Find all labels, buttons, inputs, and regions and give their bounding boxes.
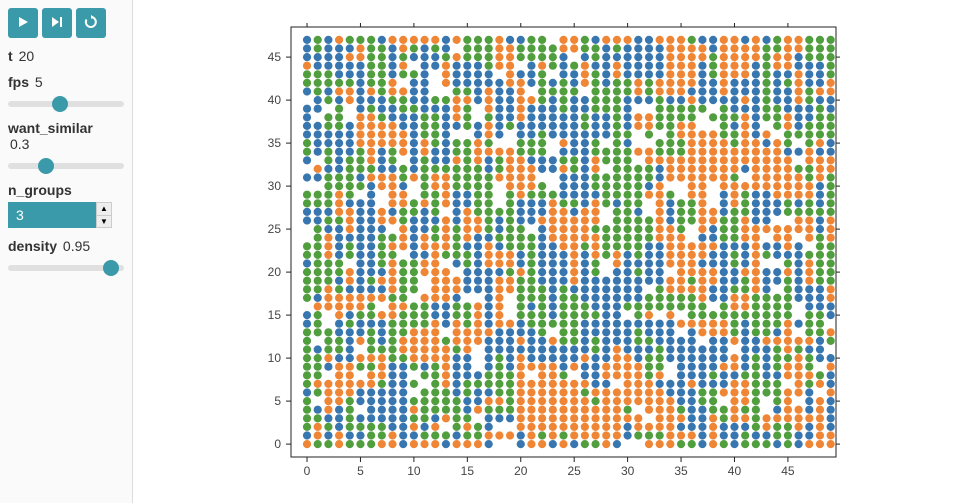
chart-area: 0 5 10 15 20 25 30 35 40 45 0 5 10 15 20 25 30 35 40 45 (133, 0, 978, 503)
step-button[interactable] (42, 8, 72, 38)
param-want-similar: want_similar 0.3 (8, 120, 124, 172)
density-label: density (8, 238, 57, 254)
svg-text:20: 20 (514, 464, 528, 478)
play-icon (17, 16, 29, 31)
svg-text:0: 0 (303, 464, 310, 478)
t-value: 20 (19, 48, 35, 64)
density-value: 0.95 (63, 238, 90, 254)
t-label: t (8, 48, 13, 64)
svg-text:5: 5 (274, 394, 281, 408)
chart-container: 0 5 10 15 20 25 30 35 40 45 0 5 10 15 20 25 30 35 40 45 (236, 12, 856, 492)
step-icon (51, 16, 63, 31)
n-groups-down[interactable]: ▼ (97, 215, 111, 227)
svg-text:40: 40 (727, 464, 741, 478)
playback-buttons (8, 8, 124, 38)
param-n-groups: n_groups ▲ ▼ (8, 182, 124, 228)
svg-text:10: 10 (267, 351, 281, 365)
play-button[interactable] (8, 8, 38, 38)
scatter-plot: 0 5 10 15 20 25 30 35 40 45 0 5 10 15 20 25 30 35 40 45 (236, 12, 856, 492)
svg-text:25: 25 (267, 222, 281, 236)
svg-text:30: 30 (267, 179, 281, 193)
density-slider[interactable] (8, 265, 124, 271)
fps-value: 5 (35, 74, 43, 90)
param-density: density 0.95 (8, 238, 124, 274)
svg-text:15: 15 (267, 308, 281, 322)
want-similar-slider[interactable] (8, 163, 124, 169)
reset-icon (84, 15, 98, 32)
control-sidebar: t 20 fps 5 want_similar 0.3 n_groups ▲ ▼ (0, 0, 133, 503)
svg-text:30: 30 (620, 464, 634, 478)
svg-text:35: 35 (267, 136, 281, 150)
svg-text:25: 25 (567, 464, 581, 478)
svg-text:35: 35 (674, 464, 688, 478)
n-groups-spinner: ▲ ▼ (96, 202, 112, 228)
n-groups-up[interactable]: ▲ (97, 203, 111, 215)
app-root: t 20 fps 5 want_similar 0.3 n_groups ▲ ▼ (0, 0, 978, 503)
svg-text:10: 10 (407, 464, 421, 478)
want-similar-value: 0.3 (10, 136, 29, 152)
svg-text:40: 40 (267, 93, 281, 107)
param-t: t 20 (8, 48, 124, 64)
want-similar-label: want_similar (8, 120, 93, 136)
svg-text:20: 20 (267, 265, 281, 279)
n-groups-label: n_groups (8, 182, 72, 198)
param-fps: fps 5 (8, 74, 124, 110)
fps-slider[interactable] (8, 101, 124, 107)
svg-text:15: 15 (460, 464, 474, 478)
fps-label: fps (8, 74, 29, 90)
reset-button[interactable] (76, 8, 106, 38)
svg-text:45: 45 (781, 464, 795, 478)
n-groups-input[interactable] (8, 202, 96, 228)
svg-text:45: 45 (267, 50, 281, 64)
svg-text:5: 5 (357, 464, 364, 478)
svg-text:0: 0 (274, 437, 281, 451)
